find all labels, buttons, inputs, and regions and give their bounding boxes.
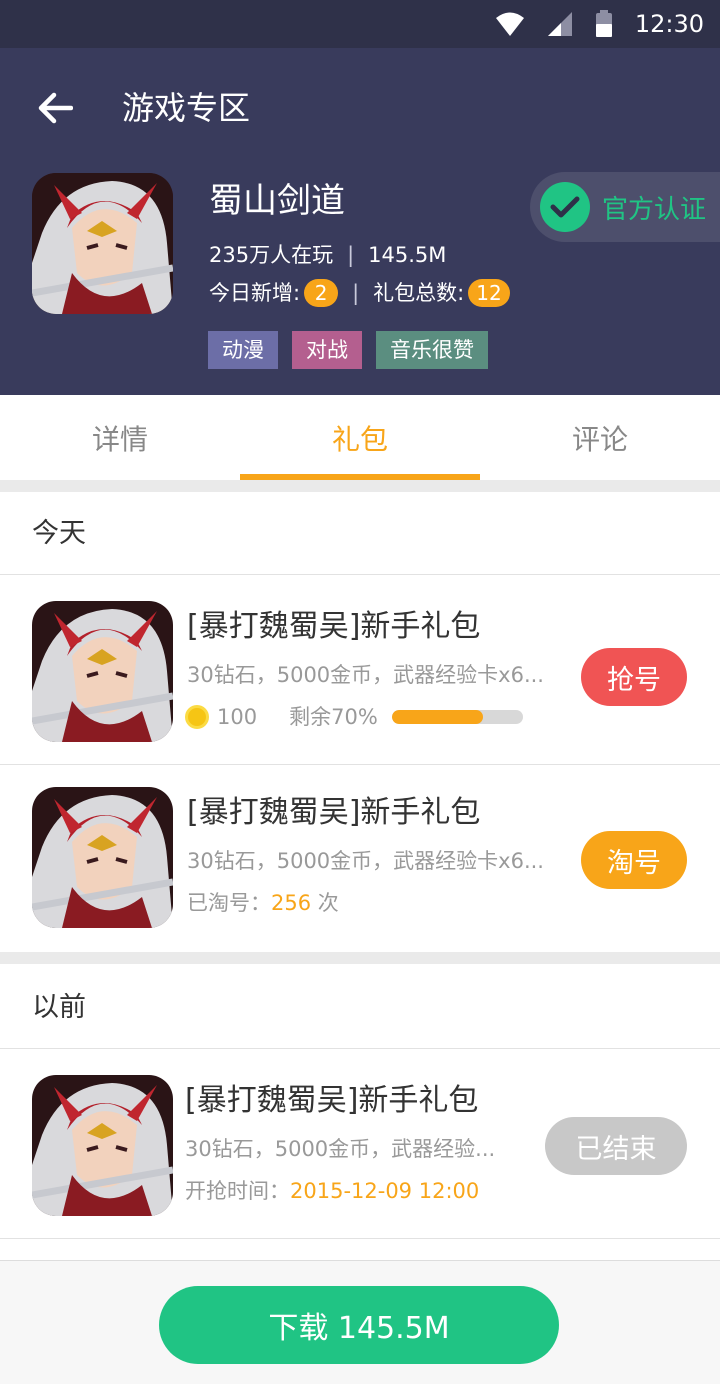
grab-button[interactable]: 抢号 xyxy=(581,648,687,706)
section-title-before: 以前 xyxy=(32,992,86,1023)
wifi-icon xyxy=(495,12,524,36)
gift-game-icon xyxy=(32,787,173,928)
coin-icon xyxy=(185,705,209,729)
coin-cost: 100 xyxy=(217,705,258,729)
start-time: 2015-12-09 12:00 xyxy=(290,1179,480,1203)
gift-item[interactable]: [暴打魏蜀吴]新手礼包 30钻石，5000金币，武器经验卡x6... 已淘号： … xyxy=(0,762,720,950)
gift-item[interactable]: [暴打魏蜀吴]新手礼包 30钻石，5000金币，武器经验卡x6... 100 剩… xyxy=(0,576,720,764)
gift-description: 30钻石，5000金币，武器经验卡x6... xyxy=(187,849,544,873)
tab-gifts[interactable]: 礼包 xyxy=(240,395,480,480)
signal-icon xyxy=(547,12,572,36)
gift-total-label: 礼包总数: xyxy=(373,281,465,305)
game-header: 游戏专区 蜀山剑道 235万人在玩 | 145.5M 今日新增: 2 | 礼包总数:… xyxy=(0,48,720,395)
taken-label: 已淘号： xyxy=(187,891,271,915)
clock: 12:30 xyxy=(634,10,704,38)
status-bar: 12:30 xyxy=(0,0,720,48)
start-time-label: 开抢时间： xyxy=(185,1179,290,1203)
back-arrow-icon xyxy=(38,92,73,124)
gift-total-badge: 12 xyxy=(468,279,510,307)
tag[interactable]: 动漫 xyxy=(208,331,278,369)
divider xyxy=(0,952,720,964)
divider xyxy=(0,574,720,575)
gift-title: [暴打魏蜀吴]新手礼包 xyxy=(187,795,481,830)
stat-separator: | xyxy=(352,281,360,305)
new-today-badge: 2 xyxy=(304,279,339,307)
divider xyxy=(0,1238,720,1239)
certified-label: 官方认证 xyxy=(602,194,707,225)
game-size: 145.5M xyxy=(368,243,447,267)
gift-meta: 已淘号： 256 次 xyxy=(187,888,339,918)
check-icon xyxy=(540,182,590,232)
download-button[interactable]: 下载 145.5M xyxy=(159,1286,559,1364)
tag-list: 动漫 对战 音乐很赞 xyxy=(208,331,488,369)
page-title: 游戏专区 xyxy=(122,89,251,127)
divider xyxy=(0,480,720,492)
ended-button: 已结束 xyxy=(545,1117,687,1175)
taken-count: 256 xyxy=(271,891,312,915)
section-title-today: 今天 xyxy=(32,518,86,549)
certified-badge: 官方认证 xyxy=(530,172,720,242)
tao-button[interactable]: 淘号 xyxy=(581,831,687,889)
tab-comments[interactable]: 评论 xyxy=(480,395,720,480)
gift-meta: 开抢时间： 2015-12-09 12:00 xyxy=(185,1176,479,1206)
gift-title: [暴打魏蜀吴]新手礼包 xyxy=(185,1083,479,1118)
remaining-progress-bar xyxy=(391,710,523,724)
game-icon xyxy=(32,173,173,314)
gift-item[interactable]: [暴打魏蜀吴]新手礼包 30钻石，5000金币，武器经验... 开抢时间： 20… xyxy=(0,1050,720,1238)
stat-separator: | xyxy=(347,243,355,267)
bottom-bar: 下载 145.5M xyxy=(0,1260,720,1384)
players-count: 235万人在玩 xyxy=(209,243,334,267)
gift-description: 30钻石，5000金币，武器经验卡x6... xyxy=(187,663,544,687)
game-stats: 235万人在玩 | 145.5M xyxy=(209,240,446,270)
tab-bar: 详情 礼包 评论 xyxy=(0,395,720,480)
gift-description: 30钻石，5000金币，武器经验... xyxy=(185,1137,496,1161)
game-name: 蜀山剑道 xyxy=(209,181,345,221)
taken-unit: 次 xyxy=(311,891,339,915)
new-today-label: 今日新增: xyxy=(209,281,301,305)
tag[interactable]: 对战 xyxy=(292,331,362,369)
gift-game-icon xyxy=(32,601,173,742)
gift-title: [暴打魏蜀吴]新手礼包 xyxy=(187,609,481,644)
progress-fill xyxy=(391,710,484,724)
game-gift-stats: 今日新增: 2 | 礼包总数: 12 xyxy=(209,278,510,308)
remaining-label: 剩余70% xyxy=(289,705,378,729)
battery-icon xyxy=(595,10,612,37)
divider xyxy=(0,1048,720,1049)
gift-game-icon xyxy=(32,1075,173,1216)
back-button[interactable] xyxy=(30,86,80,130)
tag[interactable]: 音乐很赞 xyxy=(376,331,488,369)
gift-meta: 100 剩余70% xyxy=(185,702,523,732)
tab-details[interactable]: 详情 xyxy=(0,395,240,480)
